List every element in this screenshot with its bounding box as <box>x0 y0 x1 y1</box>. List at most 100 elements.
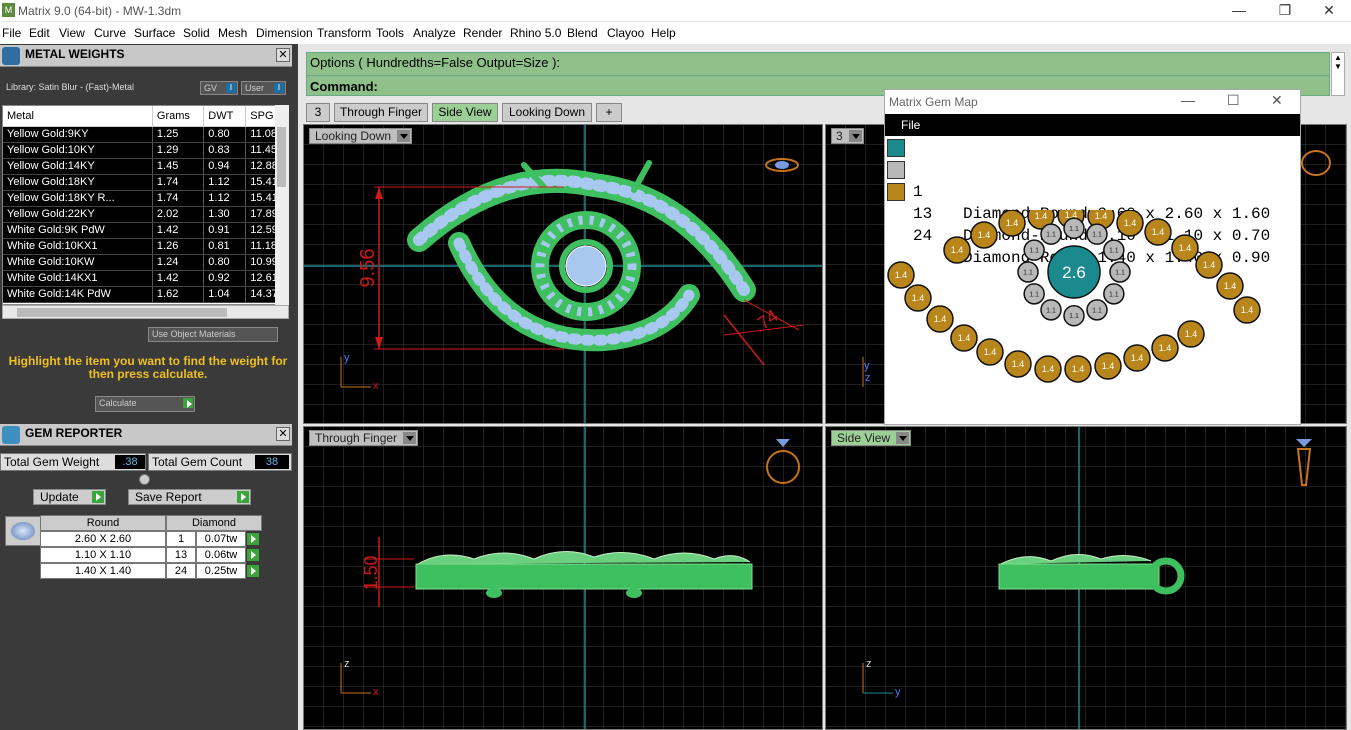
gem-weight: 0.07tw <box>196 531 246 547</box>
grams-value: 1.74 <box>152 190 205 207</box>
table-row[interactable]: 2.60 X 2.60 1 0.07tw <box>40 531 262 547</box>
select-gem-button[interactable] <box>247 549 259 561</box>
col-metal[interactable]: Metal <box>3 106 153 127</box>
dwt-value: 0.92 <box>203 270 247 287</box>
tab-looking-down[interactable]: Looking Down <box>502 103 592 122</box>
table-row[interactable]: White Gold:10KX1 1.26 0.81 11.18 <box>3 238 288 255</box>
menu-transform[interactable]: Transform <box>317 26 371 40</box>
metal-table-vscroll[interactable] <box>275 105 289 305</box>
use-object-materials-toggle[interactable]: Use Object Materials <box>148 327 278 342</box>
minimize-button[interactable]: — <box>1216 0 1262 22</box>
table-row[interactable]: White Gold:9K PdW 1.42 0.91 12.59 <box>3 222 288 239</box>
viewport-label-text: Through Finger <box>315 431 398 445</box>
table-row[interactable]: 1.40 X 1.40 24 0.25tw <box>40 563 262 579</box>
chevron-down-icon[interactable] <box>403 432 417 444</box>
table-row[interactable]: White Gold:10KW 1.24 0.80 10.99 <box>3 254 288 271</box>
table-row[interactable]: Yellow Gold:18KY R... 1.74 1.12 15.41 <box>3 190 288 207</box>
update-button[interactable]: Update <box>33 489 106 505</box>
viewport-label-looking-down[interactable]: Looking Down <box>309 128 413 144</box>
viewport-label-side-view[interactable]: Side View <box>831 430 912 446</box>
menu-render[interactable]: Render <box>463 26 502 40</box>
metal-name: Yellow Gold:14KY <box>3 158 153 175</box>
close-icon[interactable]: ✕ <box>276 48 290 62</box>
tab-side-view[interactable]: Side View <box>432 103 498 122</box>
command-scrollbar[interactable]: ▲ ▼ <box>1331 52 1345 96</box>
splitter-handle[interactable] <box>139 474 150 485</box>
legend-row: 13 Diamond-Round 1.10 x 1.10 x 0.70 <box>885 159 1270 245</box>
gem-1-4-label: 1.4 <box>1006 218 1019 228</box>
gem-1-4-label: 1.4 <box>1203 260 1216 270</box>
close-button[interactable]: ✕ <box>1271 92 1283 109</box>
gem-map-menu-file[interactable]: File <box>885 114 1300 136</box>
scroll-thumb[interactable] <box>17 308 227 317</box>
menu-solid[interactable]: Solid <box>183 26 210 40</box>
col-grams[interactable]: Grams <box>152 106 205 127</box>
menu-blend[interactable]: Blend <box>567 26 598 40</box>
viewport-through-finger[interactable]: 1.50 z x Through Finger <box>303 426 823 730</box>
viewport-side-view[interactable]: z y Side View <box>825 426 1347 730</box>
table-row[interactable]: Yellow Gold:14KY 1.45 0.94 12.88 <box>3 158 288 175</box>
menu-tools[interactable]: Tools <box>376 26 404 40</box>
close-icon[interactable]: ✕ <box>276 427 290 441</box>
command-prompt[interactable]: Command: <box>310 79 378 94</box>
gem-thumbnail[interactable] <box>5 516 41 546</box>
tab-3[interactable]: 3 <box>306 103 330 122</box>
menu-mesh[interactable]: Mesh <box>218 26 247 40</box>
table-row[interactable]: Yellow Gold:10KY 1.29 0.83 11.45 <box>3 142 288 159</box>
minimize-button[interactable]: — <box>1181 92 1195 108</box>
menu-help[interactable]: Help <box>651 26 676 40</box>
viewport-label-through-finger[interactable]: Through Finger <box>309 430 419 446</box>
chevron-down-icon[interactable] <box>397 130 411 142</box>
menu-curve[interactable]: Curve <box>94 26 126 40</box>
table-row[interactable]: Yellow Gold:9KY 1.25 0.80 11.08 <box>3 126 288 143</box>
close-button[interactable]: ✕ <box>1306 0 1351 22</box>
col-dwt[interactable]: DWT <box>203 106 247 127</box>
legend-row: 1 Diamond-Round 2.60 x 2.60 x 1.60 <box>885 137 1270 223</box>
chevron-down-icon[interactable] <box>848 130 862 142</box>
axis-label-v: z <box>866 658 872 670</box>
weight-hint: Highlight the item you want to find the … <box>8 354 288 381</box>
axis-label-h: y <box>895 686 901 698</box>
gem-1-4: 1.4 <box>1171 234 1199 262</box>
menu-edit[interactable]: Edit <box>29 26 50 40</box>
scroll-thumb[interactable] <box>277 127 286 187</box>
chevron-down-icon[interactable] <box>896 432 910 444</box>
table-row[interactable]: 1.10 X 1.10 13 0.06tw <box>40 547 262 563</box>
metal-table[interactable]: Metal Grams DWT SPG Yellow Gold:9KY 1.25 0… <box>2 105 289 305</box>
calculate-button[interactable]: Calculate <box>95 396 195 412</box>
table-row[interactable]: White Gold:14KX1 1.42 0.92 12.61 <box>3 270 288 287</box>
tab-through-finger[interactable]: Through Finger <box>334 103 428 122</box>
gv-toggle[interactable]: GV I <box>200 81 238 95</box>
menu-clayoo[interactable]: Clayoo <box>607 26 644 40</box>
metal-name: White Gold:10KW <box>3 254 153 271</box>
maximize-button[interactable]: ☐ <box>1227 92 1240 109</box>
axis-label-h: x <box>373 686 379 698</box>
gem-1-4: 1.4 <box>926 305 954 333</box>
add-tab-button[interactable]: + <box>596 103 622 122</box>
menu-surface[interactable]: Surface <box>134 26 175 40</box>
viewport-looking-down[interactable]: 9.56 .74 y x Looking Down <box>303 124 823 424</box>
user-toggle[interactable]: User I <box>241 81 286 95</box>
table-row[interactable]: Yellow Gold:22KY 2.02 1.30 17.89 <box>3 206 288 223</box>
metal-name: Yellow Gold:18KY <box>3 174 153 191</box>
gem-1-4-label: 1.4 <box>934 314 947 324</box>
table-row[interactable]: Yellow Gold:18KY 1.74 1.12 15.41 <box>3 174 288 191</box>
select-gem-button[interactable] <box>247 565 259 577</box>
table-row[interactable]: White Gold:14K PdW 1.62 1.04 14.37 <box>3 286 288 303</box>
dwt-value: 0.81 <box>203 238 247 255</box>
metal-table-hscroll[interactable] <box>2 305 289 319</box>
menu-dimension[interactable]: Dimension <box>256 26 313 40</box>
viewport-label-3[interactable]: 3 <box>831 128 864 144</box>
metal-name: White Gold:14KX1 <box>3 270 153 287</box>
play-icon <box>183 398 193 408</box>
dwt-value: 0.91 <box>203 222 247 239</box>
select-gem-button[interactable] <box>247 533 259 545</box>
menu-file[interactable]: File <box>2 26 21 40</box>
menu-analyze[interactable]: Analyze <box>413 26 456 40</box>
restore-button[interactable]: ❐ <box>1262 0 1308 22</box>
save-report-button[interactable]: Save Report <box>128 489 251 505</box>
menu-rhino[interactable]: Rhino 5.0 <box>510 26 561 40</box>
menu-view[interactable]: View <box>59 26 85 40</box>
gem-layout-map: 1.4 1.4 1.4 1.4 1.4 1.4 1.4 1.4 1.4 1.4 1.4 1.4 1.4 1… <box>887 210 1261 383</box>
app-logo-icon: M <box>2 3 15 17</box>
